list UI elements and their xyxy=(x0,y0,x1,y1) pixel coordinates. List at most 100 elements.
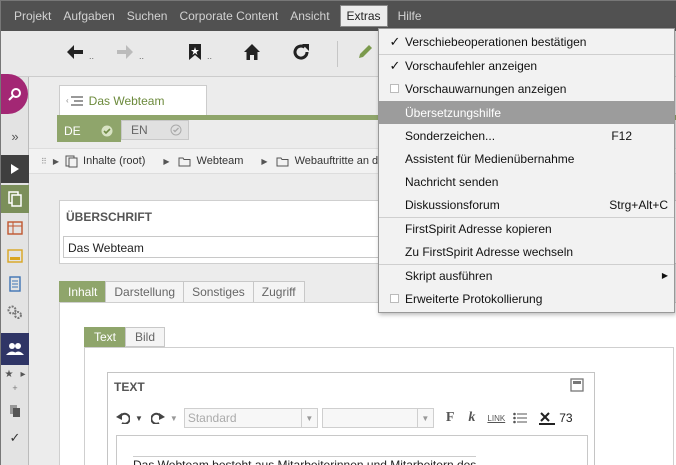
tab-sonstiges[interactable]: Sonstiges xyxy=(183,281,254,303)
menu-item-erweiterte-protokollierung[interactable]: Erweiterte Protokollierung xyxy=(379,287,674,310)
tab-darstellung[interactable]: Darstellung xyxy=(105,281,185,303)
breadcrumb-root[interactable]: Inhalte (root) xyxy=(65,155,145,168)
editor-textarea[interactable]: Das Webteam besteht aus Mitarbeiterinnen… xyxy=(116,435,588,465)
checkmark-icon: ✓ xyxy=(389,33,401,49)
menu-projekt[interactable]: Projekt xyxy=(8,1,57,31)
link-icon[interactable]: LINK xyxy=(487,414,505,423)
menu-item-label: Zu FirstSpirit Adresse wechseln xyxy=(405,244,574,259)
breadcrumb-webteam[interactable]: Webteam xyxy=(178,155,243,167)
back-history-dots[interactable]: .. xyxy=(89,51,94,61)
triangle-right-icon: ▶ xyxy=(163,156,170,166)
list-icon xyxy=(70,95,83,106)
menu-item-adresse-kopieren[interactable]: FirstSpirit Adresse kopieren xyxy=(379,217,674,240)
tab-bild[interactable]: Bild xyxy=(125,327,166,347)
menu-item-label: Vorschaufehler anzeigen xyxy=(405,58,538,73)
edit-button[interactable] xyxy=(356,43,374,61)
menu-item-diskussionsforum[interactable]: Diskussionsforum Strg+Alt+C xyxy=(379,193,674,216)
folder-icon xyxy=(276,157,289,166)
arrow-right-icon xyxy=(117,45,133,59)
refresh-button[interactable] xyxy=(292,43,310,61)
triangle-down-icon: ▼ xyxy=(135,413,143,423)
menu-item-label: Assistent für Medienübernahme xyxy=(405,151,575,166)
home-icon xyxy=(244,44,260,60)
check-circle-icon xyxy=(101,125,113,137)
menu-item-label: Nachricht senden xyxy=(405,174,499,189)
checkmark-icon: ✓ xyxy=(389,57,401,73)
add-favorite-button[interactable]: + xyxy=(1,383,29,393)
home-button[interactable] xyxy=(243,43,261,61)
sidebar-nav-users[interactable] xyxy=(1,333,29,365)
breadcrumb-webauftritte[interactable]: Webauftritte an d xyxy=(276,155,378,167)
menu-item-shortcut: F12 xyxy=(611,128,632,143)
menu-item-label: Übersetzungshilfe xyxy=(405,105,502,120)
text-image-tabs: Text Bild xyxy=(84,327,166,347)
sidebar-nav-tasks[interactable]: ✓ xyxy=(1,427,29,449)
bookmark-dots[interactable]: .. xyxy=(207,51,212,61)
back-button[interactable]: .. xyxy=(65,43,94,61)
menu-item-verschiebeoperationen[interactable]: ✓ Verschiebeoperationen bestätigen xyxy=(379,30,674,53)
sidebar-nav-media[interactable] xyxy=(1,243,29,269)
menu-item-label: Erweiterte Protokollierung xyxy=(405,291,543,306)
menu-item-skript-ausfuehren[interactable]: Skript ausführen ▶ xyxy=(379,264,674,287)
tab-inhalt[interactable]: Inhalt xyxy=(59,281,107,303)
sidebar-nav-content[interactable] xyxy=(1,185,29,213)
clear-format-icon[interactable] xyxy=(539,411,556,425)
sidebar-nav-datasources[interactable] xyxy=(1,271,29,297)
sidebar-nav-preview[interactable] xyxy=(1,155,29,183)
menu-item-uebersetzungshilfe[interactable]: Übersetzungshilfe xyxy=(379,101,674,124)
menu-item-label: Verschiebeoperationen bestätigen xyxy=(405,34,587,49)
favorites-row[interactable]: ★ ▸ xyxy=(1,367,29,381)
tab-text[interactable]: Text xyxy=(84,327,127,347)
document-tab[interactable]: ‹ Das Webteam xyxy=(59,85,207,115)
menu-item-vorschauwarnungen[interactable]: Vorschauwarnungen anzeigen xyxy=(379,77,674,100)
menu-aufgaben[interactable]: Aufgaben xyxy=(57,1,120,31)
language-de-tab[interactable]: DE xyxy=(57,120,121,142)
menu-item-nachricht-senden[interactable]: Nachricht senden xyxy=(379,170,674,193)
menu-corporate-content[interactable]: Corporate Content xyxy=(173,1,284,31)
menu-item-vorschaufehler[interactable]: ✓ Vorschaufehler anzeigen xyxy=(379,54,674,77)
copy-icon xyxy=(10,405,20,417)
chevron-left-icon: ‹ xyxy=(66,96,69,105)
bold-icon[interactable]: F xyxy=(446,410,455,426)
bullet-list-icon[interactable] xyxy=(513,412,528,424)
menu-item-label: Diskussionsforum xyxy=(405,197,500,212)
italic-icon[interactable]: k xyxy=(468,410,475,426)
sidebar-nav-structure[interactable] xyxy=(1,215,29,241)
triangle-down-icon: ▼ xyxy=(169,413,178,423)
sidebar-nav-copy[interactable] xyxy=(1,399,29,423)
extras-dropdown-menu: ✓ Verschiebeoperationen bestätigen ✓ Vor… xyxy=(378,28,675,313)
gears-icon xyxy=(7,305,22,319)
bookmark-button[interactable]: .. xyxy=(187,43,212,61)
forward-button[interactable]: .. xyxy=(115,43,144,61)
triangle-right-icon: ▶ xyxy=(261,156,268,166)
paragraph-style-select[interactable]: Standard ▼ xyxy=(183,408,318,428)
menu-ansicht[interactable]: Ansicht xyxy=(284,1,335,31)
language-en-tab[interactable]: EN xyxy=(121,120,189,140)
forward-history-dots[interactable]: .. xyxy=(139,51,144,61)
triangle-right-icon: ▸ xyxy=(20,368,26,380)
expand-sidebar-button[interactable]: » xyxy=(1,127,29,145)
content-root-icon xyxy=(65,155,78,167)
redo-button[interactable]: ▼ xyxy=(150,412,178,424)
editor-maximize-icon[interactable] xyxy=(570,378,584,392)
double-chevron-right-icon: » xyxy=(11,128,19,144)
checkbox-empty-icon xyxy=(390,84,399,93)
undo-icon xyxy=(116,412,130,424)
toolbar-divider xyxy=(337,41,338,67)
menu-item-assistent[interactable]: Assistent für Medienübernahme xyxy=(379,147,674,170)
menu-item-adresse-wechseln[interactable]: Zu FirstSpirit Adresse wechseln xyxy=(379,240,674,263)
tab-zugriff[interactable]: Zugriff xyxy=(252,281,305,303)
menu-item-sonderzeichen[interactable]: Sonderzeichen... F12 xyxy=(379,124,674,147)
check-circle-icon xyxy=(170,124,182,136)
headline-input[interactable]: Das Webteam xyxy=(63,236,383,258)
editor-title: TEXT xyxy=(114,380,145,394)
pencil-icon xyxy=(359,45,372,58)
menu-extras[interactable]: Extras xyxy=(339,5,388,27)
menu-hilfe[interactable]: Hilfe xyxy=(392,1,428,31)
sidebar-nav-settings[interactable] xyxy=(1,299,29,325)
menu-bar: Projekt Aufgaben Suchen Corporate Conten… xyxy=(1,1,676,31)
bookmark-icon xyxy=(189,44,201,60)
menu-suchen[interactable]: Suchen xyxy=(121,1,174,31)
undo-button[interactable]: ▼ xyxy=(116,412,143,424)
font-select[interactable]: ▼ xyxy=(321,408,434,428)
